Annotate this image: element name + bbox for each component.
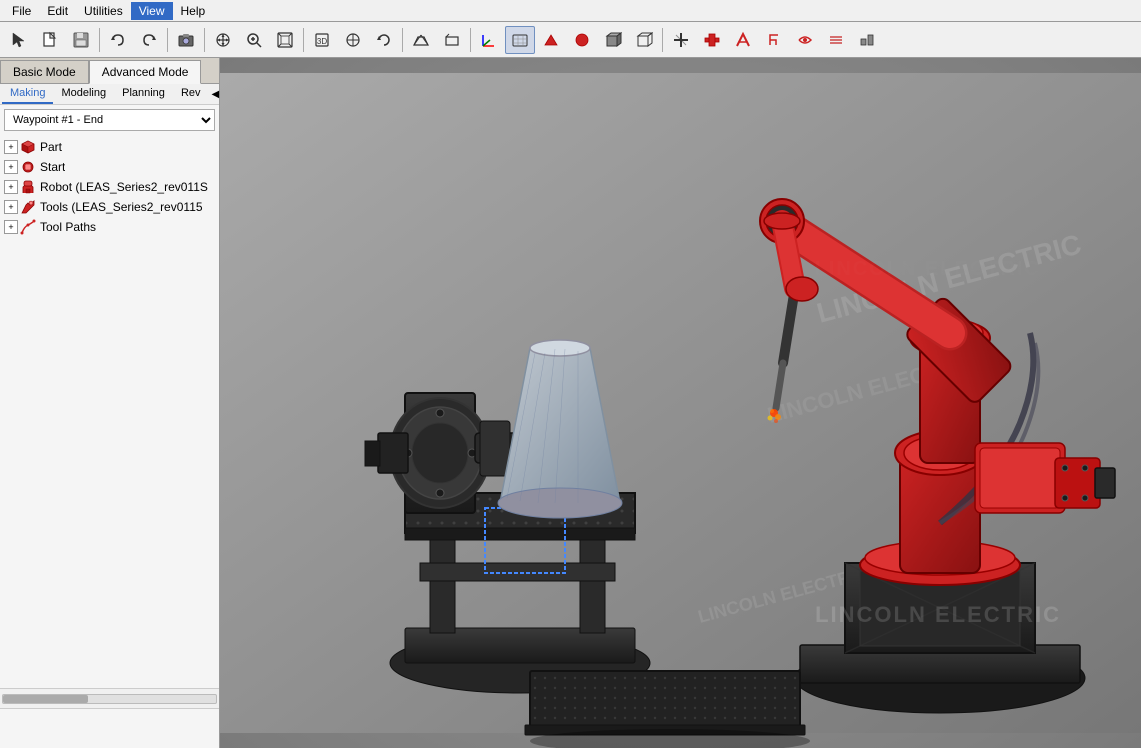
svg-text:3D: 3D	[317, 37, 327, 46]
tree-item-part[interactable]: + Part	[0, 137, 219, 157]
tree-label-tools: Tools (LEAS_Series2_rev0115	[40, 200, 203, 214]
toolbar-box2[interactable]	[629, 26, 659, 54]
sep-6	[470, 28, 471, 52]
toolbar-pan[interactable]	[208, 26, 238, 54]
robot-icon	[20, 179, 36, 195]
toolbar-ortho[interactable]	[437, 26, 467, 54]
toolbar-tool1[interactable]	[666, 26, 696, 54]
tab-advanced-mode[interactable]: Advanced Mode	[89, 60, 202, 84]
toolbar-save[interactable]	[66, 26, 96, 54]
tree-container: + Part + Start +	[0, 135, 219, 688]
sub-tab-planning[interactable]: Planning	[114, 84, 173, 104]
start-icon	[20, 159, 36, 175]
toolbar-tool7[interactable]	[852, 26, 882, 54]
tools-icon	[20, 199, 36, 215]
tree-item-start[interactable]: + Start	[0, 157, 219, 177]
part-icon	[20, 139, 36, 155]
tree-label-part: Part	[40, 140, 62, 154]
toolbar-box[interactable]	[598, 26, 628, 54]
sep-4	[303, 28, 304, 52]
toolbar-tool6[interactable]	[821, 26, 851, 54]
viewport[interactable]: LINCOLN ELECTRIC LINCOLN ELECTRIC LINCOL…	[220, 58, 1141, 748]
tree-expand-part[interactable]: +	[4, 140, 18, 154]
toolbar-undo[interactable]	[103, 26, 133, 54]
toolbar-view-front[interactable]	[338, 26, 368, 54]
menu-help[interactable]: Help	[173, 2, 214, 20]
menu-edit[interactable]: Edit	[39, 2, 76, 20]
toolbar: 3D	[0, 22, 1141, 58]
sub-tabs: Making Modeling Planning Rev ◀ ▶	[0, 84, 219, 105]
tree-label-toolpaths: Tool Paths	[40, 220, 96, 234]
tree-label-robot: Robot (LEAS_Series2_rev011S	[40, 180, 208, 194]
toolbar-view-rotate[interactable]	[369, 26, 399, 54]
tree-expand-start[interactable]: +	[4, 160, 18, 174]
toolbar-tool3[interactable]	[728, 26, 758, 54]
tree-expand-robot[interactable]: +	[4, 180, 18, 194]
toolbar-zoom-fit[interactable]	[270, 26, 300, 54]
tree-item-toolpaths[interactable]: + Tool Paths	[0, 217, 219, 237]
toolbar-new[interactable]	[35, 26, 65, 54]
toolpaths-icon	[20, 219, 36, 235]
toolbar-tool4[interactable]	[759, 26, 789, 54]
panel-scrollbar	[0, 688, 219, 708]
mode-tabs: Basic Mode Advanced Mode	[0, 58, 219, 84]
panel-bottom	[0, 708, 219, 748]
toolbar-view-iso[interactable]: 3D	[307, 26, 337, 54]
sub-tab-making[interactable]: Making	[2, 84, 53, 104]
sub-tab-review[interactable]: Rev	[173, 84, 209, 104]
toolbar-select[interactable]	[4, 26, 34, 54]
scrollbar-thumb	[3, 695, 88, 703]
left-panel: Basic Mode Advanced Mode Making Modeling…	[0, 58, 220, 748]
sep-7	[662, 28, 663, 52]
toolbar-perspective[interactable]	[406, 26, 436, 54]
viewport-scene: LINCOLN ELECTRIC LINCOLN ELECTRIC LINCOL…	[220, 58, 1141, 748]
toolbar-red1[interactable]	[536, 26, 566, 54]
toolbar-red2[interactable]	[567, 26, 597, 54]
scene-svg: LINCOLN ELECTRIC LINCOLN ELECTRIC LINCOL…	[220, 58, 1141, 748]
waypoint-dropdown[interactable]: Waypoint #1 - End	[4, 109, 215, 131]
tree-expand-toolpaths[interactable]: +	[4, 220, 18, 234]
tree-item-tools[interactable]: + Tools (LEAS_Series2_rev0115	[0, 197, 219, 217]
sep-5	[402, 28, 403, 52]
toolbar-tool2[interactable]	[697, 26, 727, 54]
toolbar-tool5[interactable]	[790, 26, 820, 54]
sep-3	[204, 28, 205, 52]
tree-label-start: Start	[40, 160, 65, 174]
sep-2	[167, 28, 168, 52]
menu-file[interactable]: File	[4, 2, 39, 20]
toolbar-camera[interactable]	[171, 26, 201, 54]
tree-item-robot[interactable]: + Robot (LEAS_Series2_rev011S	[0, 177, 219, 197]
toolbar-axes[interactable]	[474, 26, 504, 54]
menu-view[interactable]: View	[131, 2, 173, 20]
sep-1	[99, 28, 100, 52]
tab-basic-mode[interactable]: Basic Mode	[0, 60, 89, 83]
sub-tab-modeling[interactable]: Modeling	[53, 84, 114, 104]
toolbar-zoom-in[interactable]	[239, 26, 269, 54]
tree-expand-tools[interactable]: +	[4, 200, 18, 214]
toolbar-redo[interactable]	[134, 26, 164, 54]
main-content: Basic Mode Advanced Mode Making Modeling…	[0, 58, 1141, 748]
toolbar-shaded[interactable]	[505, 26, 535, 54]
menu-bar: File Edit Utilities View Help	[0, 0, 1141, 22]
scrollbar-track[interactable]	[2, 694, 217, 704]
menu-utilities[interactable]: Utilities	[76, 2, 131, 20]
